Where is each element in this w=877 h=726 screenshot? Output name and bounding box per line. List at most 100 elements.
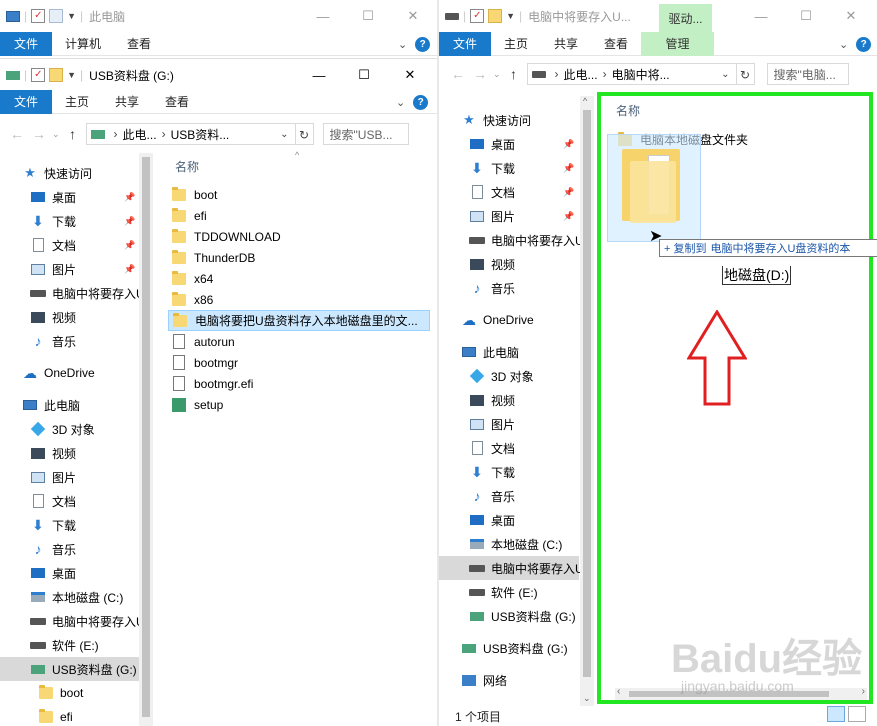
tab-view[interactable]: 查看 (152, 90, 202, 114)
folder-item[interactable]: 电脑将要把U盘资料存入本地磁盘里的文... (168, 310, 430, 331)
pin-icon[interactable]: 📌 (563, 139, 574, 150)
help-icon[interactable]: ? (415, 36, 431, 52)
sidebar-item[interactable]: 图片 📌 (439, 204, 579, 228)
breadcrumb-usb[interactable]: USB资料... (171, 126, 230, 143)
customize-qat-icon[interactable]: ▼ (506, 11, 515, 21)
sidebar-item[interactable]: USB资料盘 (G:) (439, 604, 579, 628)
sidebar-item[interactable]: 视频 (0, 441, 140, 465)
properties-icon[interactable]: ✓ (470, 9, 485, 23)
chevron-down-icon[interactable]: ⌄ (839, 38, 848, 51)
sidebar-item[interactable]: efi (0, 705, 140, 726)
column-header-name[interactable]: 名称 (616, 102, 640, 119)
sidebar-item[interactable]: 电脑中将要存入U (0, 609, 145, 633)
sidebar-item[interactable]: ♪ 音乐 (0, 537, 140, 561)
sidebar-item[interactable]: USB资料盘 (G:) (0, 657, 140, 681)
pin-icon[interactable]: 📌 (563, 187, 574, 198)
sidebar-item[interactable]: 网络 (439, 668, 579, 692)
sidebar-item[interactable]: 视频 (439, 388, 579, 412)
chevron-down-icon[interactable]: ⌄ (280, 129, 288, 140)
breadcrumb-this-pc[interactable]: 此电... (123, 126, 157, 143)
sidebar-item[interactable]: ⬇ 下载 📌 (439, 156, 579, 180)
tab-file[interactable]: 文件 (0, 89, 53, 114)
tab-file[interactable]: 文件 (0, 31, 53, 56)
sidebar-item[interactable]: 软件 (E:) (0, 633, 140, 657)
sidebar-item[interactable]: ⬇ 下载 📌 (0, 209, 140, 233)
sidebar-item[interactable]: 桌面 📌 (439, 132, 579, 156)
sidebar-item[interactable]: 3D 对象 (439, 364, 579, 388)
tab-view[interactable]: 查看 (591, 32, 641, 56)
forward-button[interactable]: → (28, 126, 50, 142)
tab-home[interactable]: 主页 (52, 90, 102, 114)
sidebar-item[interactable]: ♪ 音乐 (0, 329, 140, 353)
sidebar-item[interactable]: 电脑中将要存入U (0, 281, 145, 305)
chevron-down-icon[interactable]: ⌄ (721, 69, 729, 80)
chevron-down-icon[interactable]: ⌄ (396, 96, 405, 109)
details-view-icon[interactable] (827, 706, 845, 722)
sidebar-item[interactable]: 文档 (439, 436, 579, 460)
file-item[interactable]: autorun (172, 331, 235, 352)
sidebar-item[interactable]: ⬇ 下载 (0, 513, 140, 537)
up-button[interactable]: ↑ (62, 126, 84, 142)
sidebar-item[interactable]: boot (0, 681, 140, 705)
help-icon[interactable]: ? (856, 36, 872, 52)
sidebar-item[interactable]: 此电脑 (0, 393, 140, 417)
sidebar-item[interactable]: 桌面 (439, 508, 579, 532)
sidebar-item[interactable]: ☁ OneDrive (439, 308, 579, 332)
folder-item[interactable]: boot (172, 184, 217, 205)
sidebar-item[interactable]: 图片 📌 (0, 257, 140, 281)
folder-item[interactable]: x64 (172, 268, 213, 289)
help-icon[interactable]: ? (413, 94, 429, 110)
new-folder-icon[interactable] (49, 9, 64, 23)
sidebar-item[interactable]: 图片 (0, 465, 140, 489)
sidebar-item[interactable]: ★ 快速访问 (439, 108, 579, 132)
sidebar-item[interactable]: 软件 (E:) (439, 580, 579, 604)
customize-qat-icon[interactable]: ▼ (67, 70, 76, 80)
minimize-button[interactable]: — (739, 0, 783, 32)
tab-share[interactable]: 共享 (541, 32, 591, 56)
tab-computer[interactable]: 计算机 (52, 32, 114, 56)
breadcrumb-this-pc[interactable]: 此电... (564, 66, 598, 83)
nav-scrollbar[interactable]: ^ ⌄ (580, 96, 594, 706)
pin-icon[interactable]: 📌 (563, 211, 574, 222)
forward-button[interactable]: → (469, 66, 491, 82)
tab-home[interactable]: 主页 (491, 32, 541, 56)
close-button[interactable]: ✕ (388, 59, 432, 91)
sidebar-item[interactable]: 文档 📌 (0, 233, 140, 257)
column-header-name[interactable]: 名称 (175, 158, 199, 175)
recent-locations-icon[interactable]: ⌄ (493, 69, 501, 80)
recent-locations-icon[interactable]: ⌄ (52, 129, 60, 140)
sidebar-item[interactable]: 文档 📌 (439, 180, 579, 204)
folder-item[interactable]: ThunderDB (172, 247, 255, 268)
back-button[interactable]: ← (447, 66, 469, 82)
pin-icon[interactable]: 📌 (124, 192, 135, 203)
sidebar-item[interactable]: 桌面 📌 (0, 185, 140, 209)
refresh-button[interactable]: ↻ (294, 124, 313, 144)
close-button[interactable]: ✕ (829, 0, 873, 32)
scroll-up-icon[interactable]: ^ (583, 96, 587, 106)
pin-icon[interactable]: 📌 (563, 163, 574, 174)
up-button[interactable]: ↑ (503, 66, 525, 82)
scroll-right-icon[interactable]: › (862, 686, 865, 697)
sidebar-item[interactable]: 文档 (0, 489, 140, 513)
scrollbar-thumb[interactable] (142, 157, 150, 717)
sidebar-item[interactable]: ⬇ 下载 (439, 460, 579, 484)
address-bar[interactable]: › 此电... › 电脑中将... ⌄ ↻ (526, 63, 755, 85)
maximize-button[interactable]: ☐ (342, 59, 386, 91)
file-item[interactable]: bootmgr.efi (172, 373, 253, 394)
sidebar-item[interactable]: 3D 对象 (0, 417, 140, 441)
file-item[interactable]: bootmgr (172, 352, 238, 373)
tab-file[interactable]: 文件 (439, 31, 492, 56)
folder-item[interactable]: x86 (172, 289, 213, 310)
sidebar-item[interactable]: USB资料盘 (G:) (439, 636, 579, 660)
sidebar-item[interactable]: 视频 (439, 252, 579, 276)
customize-qat-icon[interactable]: ▼ (67, 11, 76, 21)
refresh-button[interactable]: ↻ (735, 64, 754, 84)
sidebar-item[interactable]: 此电脑 (439, 340, 579, 364)
chevron-down-icon[interactable]: ⌄ (398, 38, 407, 51)
sidebar-item[interactable]: 本地磁盘 (C:) (0, 585, 140, 609)
pin-icon[interactable]: 📌 (124, 240, 135, 251)
sidebar-item[interactable]: ♪ 音乐 (439, 276, 579, 300)
address-bar[interactable]: › 此电... › USB资料... ⌄ ↻ (85, 123, 314, 145)
folder-item[interactable]: efi (172, 205, 207, 226)
file-item[interactable]: setup (172, 394, 223, 415)
